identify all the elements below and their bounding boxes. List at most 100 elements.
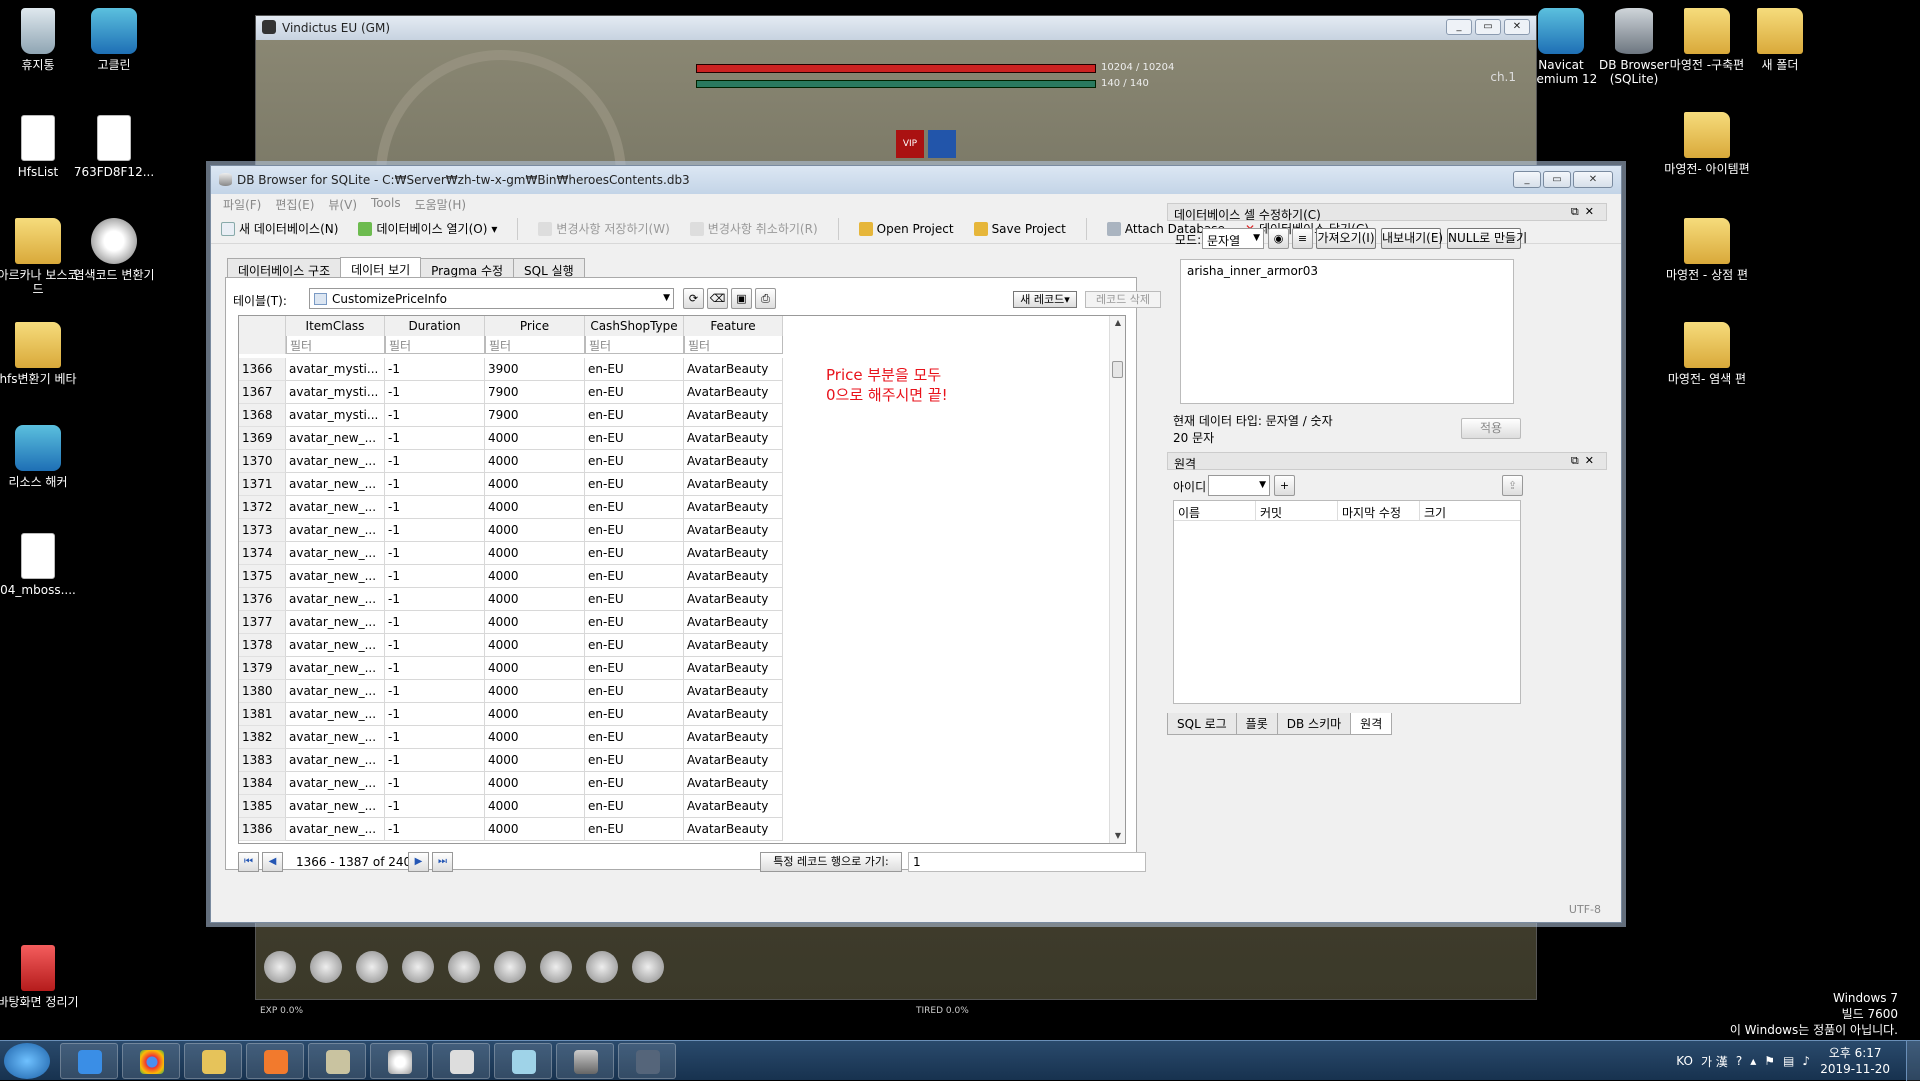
cell-duration[interactable]: -1 [385,404,485,427]
cell-cashshoptype[interactable]: en-EU [585,565,684,588]
cell-duration[interactable]: -1 [385,795,485,818]
cell-itemclass[interactable]: avatar_new_... [286,726,385,749]
cell-feature[interactable]: AvatarBeauty [684,772,783,795]
cell-feature[interactable]: AvatarBeauty [684,427,783,450]
minimize-button[interactable]: _ [1513,171,1541,188]
cell-cashshoptype[interactable]: en-EU [585,404,684,427]
cell-price[interactable]: 4000 [485,726,585,749]
cell-cashshoptype[interactable]: en-EU [585,726,684,749]
cell-price[interactable]: 7900 [485,381,585,404]
cell-price[interactable]: 4000 [485,772,585,795]
remote-col-last-modified[interactable]: 마지막 수정 [1338,501,1420,521]
cell-cashshoptype[interactable]: en-EU [585,381,684,404]
cell-duration[interactable]: -1 [385,634,485,657]
taskbar-dye-converter[interactable] [370,1043,428,1079]
desktop-icon-folder-shop[interactable]: 마영전 - 상점 편 [1662,218,1752,282]
close-button[interactable]: ✕ [1504,19,1530,35]
guild-icon[interactable] [494,951,526,983]
cell-duration[interactable]: -1 [385,519,485,542]
cell-itemclass[interactable]: avatar_new_... [286,703,385,726]
cell-itemclass[interactable]: avatar_mysti... [286,358,385,381]
table-row[interactable]: 1379 avatar_new_... -1 4000 en-EU AvatarBeaut… [239,657,1111,680]
cell-duration[interactable]: -1 [385,726,485,749]
column-header-price[interactable]: Price [485,316,585,336]
cell-feature[interactable]: AvatarBeauty [684,703,783,726]
cell-price[interactable]: 3900 [485,358,585,381]
character-icon[interactable] [264,951,296,983]
table-row[interactable]: 1366 avatar_mysti... -1 3900 en-EU AvatarBeau… [239,358,1111,381]
cell-editor-textarea[interactable]: arisha_inner_armor03 [1180,259,1514,404]
desktop-icon-desktop-cleaner[interactable]: 바탕화면 정리기 [0,945,83,1009]
table-row[interactable]: 1383 avatar_new_... -1 4000 en-EU AvatarBeaut… [239,749,1111,772]
cell-feature[interactable]: AvatarBeauty [684,818,783,841]
row-number[interactable]: 1382 [239,726,286,749]
write-changes-button[interactable]: 변경사항 저장하기(W) [538,220,670,237]
language-indicator[interactable]: KO [1676,1054,1693,1068]
cell-itemclass[interactable]: avatar_new_... [286,519,385,542]
row-number[interactable]: 1379 [239,657,286,680]
table-row[interactable]: 1375 avatar_new_... -1 4000 en-EU AvatarBeaut… [239,565,1111,588]
cell-cashshoptype[interactable]: en-EU [585,749,684,772]
taskbar-tool[interactable] [308,1043,366,1079]
cell-itemclass[interactable]: avatar_mysti... [286,381,385,404]
table-row[interactable]: 1382 avatar_new_... -1 4000 en-EU AvatarBeaut… [239,726,1111,749]
row-number[interactable]: 1372 [239,496,286,519]
cell-duration[interactable]: -1 [385,450,485,473]
maximize-button[interactable]: ▭ [1543,171,1571,188]
table-row[interactable]: 1373 avatar_new_... -1 4000 en-EU AvatarBeaut… [239,519,1111,542]
cell-feature[interactable]: AvatarBeauty [684,749,783,772]
new-record-button[interactable]: 새 레코드▾ [1013,291,1077,308]
table-row[interactable]: 1367 avatar_mysti... -1 7900 en-EU AvatarBeau… [239,381,1111,404]
party-icon[interactable] [632,951,664,983]
tray-expand-icon[interactable]: ▴ [1750,1054,1756,1068]
flag-icon[interactable] [586,951,618,983]
table-row[interactable]: 1386 avatar_new_... -1 4000 en-EU AvatarBeaut… [239,818,1111,841]
table-row[interactable]: 1380 avatar_new_... -1 4000 en-EU AvatarBeaut… [239,680,1111,703]
taskbar-chrome[interactable] [122,1043,180,1079]
bag-icon[interactable] [356,951,388,983]
cell-duration[interactable]: -1 [385,381,485,404]
desktop-icon-folder-items[interactable]: 마영전- 아이템편 [1662,112,1752,176]
cell-itemclass[interactable]: avatar_new_... [286,565,385,588]
column-header-duration[interactable]: Duration [385,316,485,336]
menu-help[interactable]: 도움말(H) [415,196,467,214]
row-number[interactable]: 1384 [239,772,286,795]
next-record-button[interactable]: ▶ [408,852,429,872]
identity-select[interactable]: ▼ [1208,475,1270,496]
cell-itemclass[interactable]: avatar_new_... [286,749,385,772]
scroll-up-arrow-icon[interactable]: ▲ [1110,316,1125,330]
table-row[interactable]: 1368 avatar_mysti... -1 7900 en-EU AvatarBeau… [239,404,1111,427]
cell-price[interactable]: 4000 [485,427,585,450]
cell-itemclass[interactable]: avatar_new_... [286,634,385,657]
remote-col-name[interactable]: 이름 [1174,501,1256,521]
cell-cashshoptype[interactable]: en-EU [585,703,684,726]
cell-duration[interactable]: -1 [385,542,485,565]
tab-sql-log[interactable]: SQL 로그 [1167,713,1237,735]
cell-cashshoptype[interactable]: en-EU [585,680,684,703]
row-number[interactable]: 1378 [239,634,286,657]
row-number[interactable]: 1376 [239,588,286,611]
cell-cashshoptype[interactable]: en-EU [585,427,684,450]
ime-indicator[interactable]: 가 漢 [1701,1053,1728,1070]
cell-price[interactable]: 4000 [485,565,585,588]
cell-feature[interactable]: AvatarBeauty [684,726,783,749]
cell-price[interactable]: 4000 [485,542,585,565]
cell-feature[interactable]: AvatarBeauty [684,657,783,680]
cell-itemclass[interactable]: avatar_new_... [286,795,385,818]
cell-cashshoptype[interactable]: en-EU [585,542,684,565]
cell-duration[interactable]: -1 [385,611,485,634]
print-button[interactable]: ⎙ [755,288,776,309]
cell-duration[interactable]: -1 [385,588,485,611]
table-select[interactable]: CustomizePriceInfo ▼ [309,288,674,309]
filter-feature[interactable]: 필터 [684,336,783,354]
db-browser-title-bar[interactable]: DB Browser for SQLite - C:₩Server₩zh-tw-… [211,166,1621,194]
first-record-button[interactable]: ⏮ [238,852,259,872]
filter-cashshoptype[interactable]: 필터 [585,336,684,354]
menu-view[interactable]: 뷰(V) [328,196,357,214]
cell-duration[interactable]: -1 [385,703,485,726]
import-button[interactable]: 가져오기(I) [1316,228,1376,249]
table-row[interactable]: 1370 avatar_new_... -1 4000 en-EU AvatarBeaut… [239,450,1111,473]
row-number[interactable]: 1380 [239,680,286,703]
word-wrap-button[interactable]: ≡ [1292,228,1313,249]
castle-icon[interactable] [540,951,572,983]
